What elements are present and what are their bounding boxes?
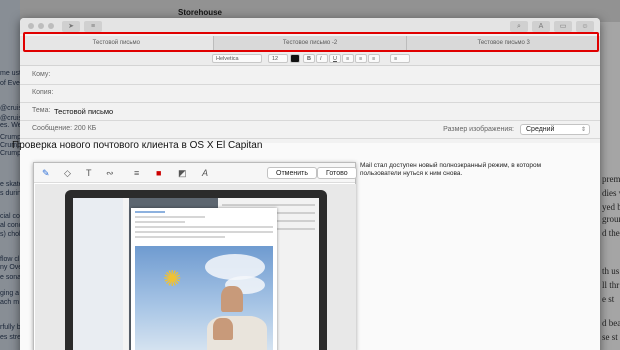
background-text: ll thr (602, 280, 620, 290)
send-icon[interactable]: ➤ (62, 21, 80, 32)
text-icon[interactable]: T (86, 167, 92, 179)
background-article: prem dies w yed b groun d the th us ll t… (600, 22, 620, 350)
to-field[interactable]: Кому: (20, 67, 600, 85)
attach-icon[interactable]: ⌕ (510, 21, 528, 32)
photo-browser-icon[interactable]: ▭ (554, 21, 572, 32)
father-son-photo: ✺ (135, 246, 273, 350)
background-text: @cruis (0, 105, 22, 112)
bold-button[interactable]: B (303, 54, 315, 63)
subject-value[interactable]: Тестовой письмо (54, 107, 113, 116)
title-bar: ➤ ≡ ⌕ A ▭ ☺ (20, 18, 600, 34)
window-controls (28, 23, 54, 29)
screen-list (123, 198, 129, 350)
markup-panel: ✎ ◇ T ∾ ≡ ■ ◩ A Отменить Готово ✺ (33, 162, 357, 350)
cc-label: Копия: (32, 89, 54, 96)
background-text: s) chol (0, 231, 21, 238)
background-text: of Ever (0, 80, 23, 87)
list-select[interactable]: ≡ (390, 54, 410, 63)
background-text: d the (602, 228, 620, 238)
background-text: dies w (602, 188, 620, 198)
header-fields: Кому: Копия: Тема: Тестовой письмо Сообщ… (20, 67, 600, 139)
background-text: e sona (0, 274, 22, 281)
underline-button[interactable]: U (329, 54, 341, 63)
subject-label: Тема: (32, 107, 51, 114)
fill-color-icon[interactable]: ◩ (178, 167, 187, 179)
background-text: rfully b (0, 324, 21, 331)
shapes-icon[interactable]: ◇ (64, 167, 71, 179)
subject-field[interactable]: Тема: Тестовой письмо (20, 103, 600, 121)
background-text: al conc (0, 222, 23, 229)
background-text: prem (602, 174, 620, 184)
background-text: ach m (0, 299, 20, 306)
background-text: ny Ove (0, 264, 23, 271)
background-text: es. We (0, 122, 22, 129)
background-text: me ust (0, 70, 22, 77)
align-right-icon[interactable]: ≡ (368, 54, 380, 63)
font-select[interactable]: Helvetica (212, 54, 262, 63)
pen-icon[interactable]: ✎ (42, 167, 50, 179)
format-icon[interactable]: A (532, 21, 550, 32)
text-color-swatch[interactable] (290, 54, 300, 63)
message-tab-bar: Тестовой письмо Тестовое письмо -2 Тесто… (20, 36, 600, 52)
background-text: Crump (0, 150, 22, 157)
cancel-button[interactable]: Отменить (267, 167, 317, 179)
done-button[interactable]: Готово (317, 167, 357, 179)
background-text: flow cl (0, 256, 20, 263)
background-text: @cruis (0, 115, 22, 122)
background-mail-list: me ust of Ever @cruis @cruis es. We Crum… (0, 0, 25, 350)
image-size-value: Средний (526, 126, 555, 133)
cc-field[interactable]: Копия: (20, 85, 600, 103)
signature-icon[interactable]: ∾ (106, 167, 114, 179)
minimize-window-button[interactable] (38, 23, 44, 29)
close-window-button[interactable] (28, 23, 34, 29)
background-text: d bea (602, 318, 620, 328)
pinwheel-icon: ✺ (163, 266, 182, 291)
image-size-select[interactable]: Средний ⇕ (520, 124, 590, 135)
border-color-icon[interactable]: ■ (156, 167, 161, 179)
message-size-row: Сообщение: 200 КБ Размер изображения: Ср… (20, 121, 600, 139)
zoom-window-button[interactable] (48, 23, 54, 29)
background-text: s durin (0, 190, 22, 197)
header-fields-icon[interactable]: ≡ (84, 21, 102, 32)
background-text: es stre (0, 334, 22, 341)
italic-button[interactable]: I (316, 54, 328, 63)
font-icon[interactable]: A (202, 167, 208, 179)
background-text: se st (602, 332, 618, 342)
screen-sidebar (73, 198, 123, 350)
image-size-label: Размер изображения: (443, 126, 514, 133)
align-left-icon[interactable]: ≡ (342, 54, 354, 63)
markup-image[interactable]: ✺ (35, 184, 356, 350)
tab-message-1[interactable]: Тестовой письмо (20, 36, 214, 52)
background-text: cial co (0, 213, 20, 220)
font-size-select[interactable]: 12 (268, 54, 288, 63)
message-size-label: Сообщение: 200 КБ (32, 125, 97, 132)
line-style-icon[interactable]: ≡ (134, 167, 139, 179)
background-text: yed b (602, 202, 620, 212)
to-label: Кому: (32, 71, 51, 78)
laptop-image: ✺ (65, 190, 327, 350)
screen-message: ✺ (131, 208, 277, 350)
align-center-icon[interactable]: ≡ (355, 54, 367, 63)
emoji-icon[interactable]: ☺ (576, 21, 594, 32)
background-text: e st (602, 294, 615, 304)
select-arrows-icon: ⇕ (580, 127, 586, 133)
tab-message-3[interactable]: Тестовое письмо 3 (407, 36, 600, 52)
background-app-title: Storehouse (178, 8, 223, 17)
laptop-screen: ✺ (73, 198, 319, 350)
message-headline: Проверка нового почтового клиента в OS X… (12, 140, 263, 151)
background-text: groun (602, 214, 620, 224)
background-text: th us (602, 266, 620, 276)
message-body-text: Mail стал доступен новый полноэкранный р… (360, 162, 542, 177)
markup-toolbar: ✎ ◇ T ∾ ≡ ■ ◩ A Отменить Готово (34, 163, 357, 183)
format-bar: Helvetica 12 B I U ≡ ≡ ≡ ≡ (20, 52, 600, 66)
tab-message-2[interactable]: Тестовое письмо -2 (214, 36, 408, 52)
